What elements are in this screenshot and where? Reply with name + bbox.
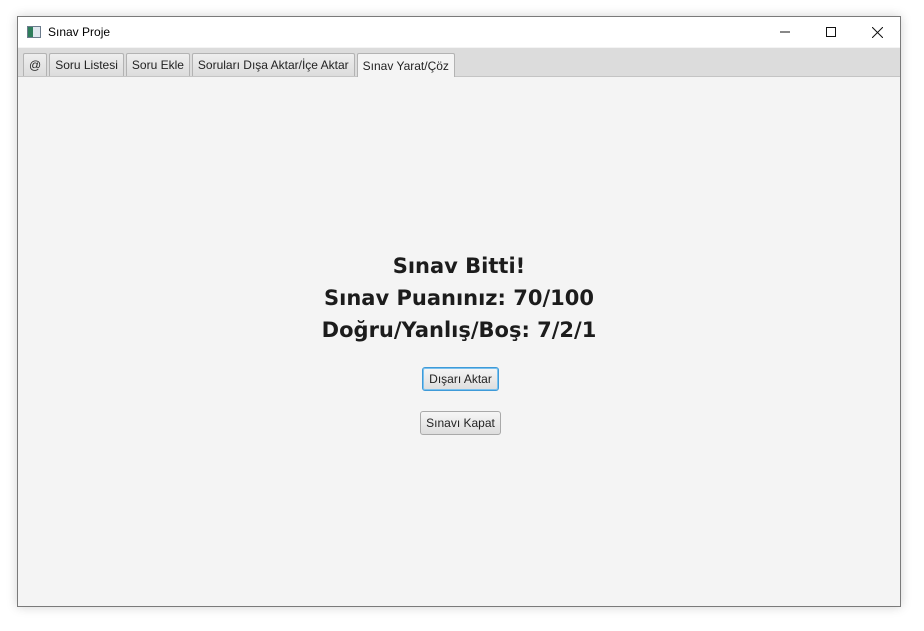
app-window: Sınav Proje @ Soru Listesi Soru Ekle Sor… [17, 16, 901, 607]
close-button[interactable] [854, 17, 900, 47]
window-controls [762, 17, 900, 47]
window-title: Sınav Proje [48, 25, 111, 39]
tab-bar: @ Soru Listesi Soru Ekle Soruları Dışa A… [18, 48, 900, 77]
exam-finished-heading: Sınav Bitti! [392, 254, 526, 278]
tab-question-list[interactable]: Soru Listesi [49, 53, 124, 76]
tab-create-solve-exam[interactable]: Sınav Yarat/Çöz [356, 53, 455, 77]
maximize-button[interactable] [808, 17, 854, 47]
title-bar[interactable]: Sınav Proje [18, 17, 900, 47]
tab-add-question[interactable]: Soru Ekle [125, 53, 190, 76]
minimize-button[interactable] [762, 17, 808, 47]
tab-content: Sınav Bitti! Sınav Puanınız: 70/100 Doğr… [18, 77, 900, 606]
exam-score-text: Sınav Puanınız: 70/100 [324, 286, 594, 310]
answer-counts-text: Doğru/Yanlış/Boş: 7/2/1 [321, 318, 597, 342]
close-exam-button[interactable]: Sınavı Kapat [420, 411, 501, 435]
export-button[interactable]: Dışarı Aktar [422, 367, 499, 391]
app-icon [27, 26, 41, 38]
tab-at[interactable]: @ [23, 53, 48, 76]
close-icon [871, 26, 883, 38]
minimize-icon [780, 31, 790, 33]
tab-list: @ Soru Listesi Soru Ekle Soruları Dışa A… [23, 53, 455, 77]
tab-export-import[interactable]: Soruları Dışa Aktar/İçe Aktar [191, 53, 355, 76]
maximize-icon [826, 27, 836, 37]
